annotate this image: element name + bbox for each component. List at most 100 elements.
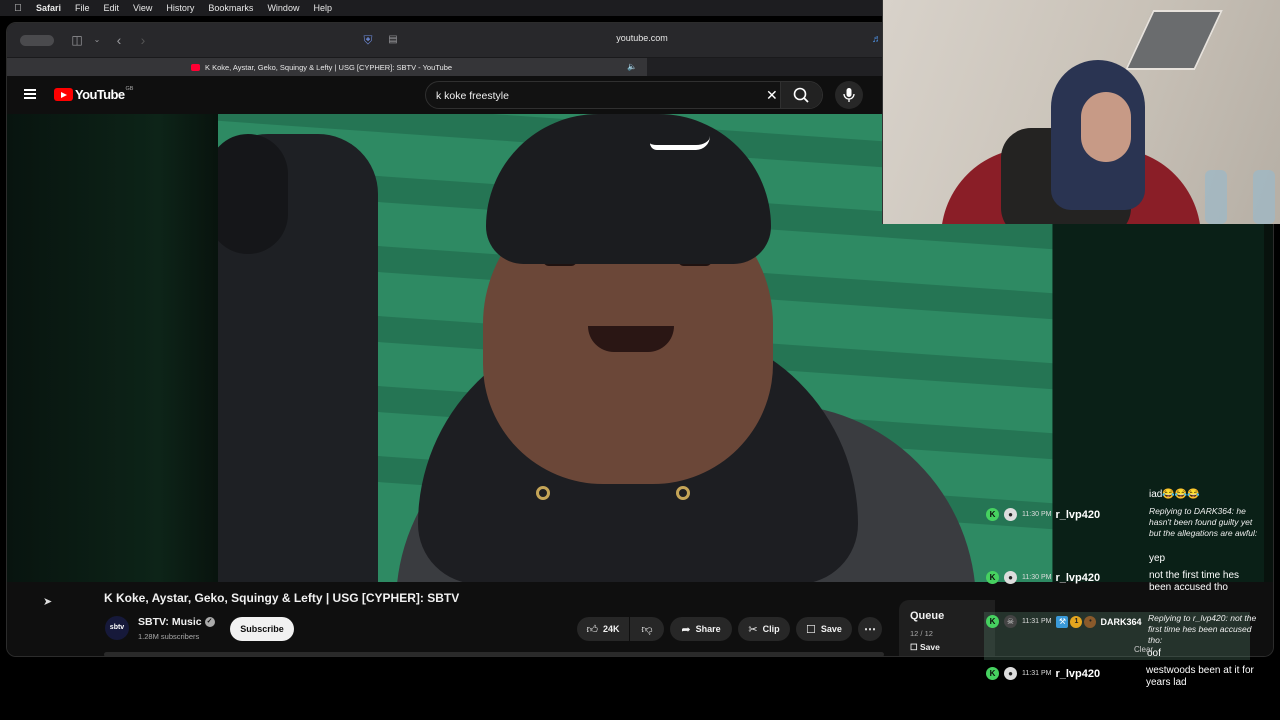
menu-history[interactable]: History [166, 3, 194, 13]
streamer-face [1081, 92, 1131, 162]
chat-username: DARK364 [1100, 616, 1142, 627]
search-icon [793, 87, 809, 103]
subscribe-button[interactable]: Subscribe [230, 617, 294, 641]
dislike-button[interactable]: 👎︎ [630, 617, 664, 641]
menu-safari[interactable]: Safari [36, 3, 61, 13]
share-button[interactable]: ➦ Share [670, 617, 732, 641]
kick-badge-icon: K [986, 571, 999, 584]
youtube-play-icon [54, 88, 73, 101]
like-count: 24K [602, 624, 620, 634]
nike-swoosh-icon [650, 136, 710, 150]
tab-title: K Koke, Aystar, Geko, Squingy & Lefty | … [205, 63, 453, 72]
bookmark-icon: ☐ [910, 642, 918, 652]
chat-line: K ● 11:30 PM r_lvp420 [986, 508, 1100, 521]
youtube-wordmark: YouTube [75, 87, 125, 102]
search-input[interactable]: k koke freestyle [436, 90, 509, 102]
bottle [1205, 170, 1227, 224]
chat-timestamp: 11:31 PM [1022, 670, 1052, 677]
subscriber-count: 1.28M subscribers [138, 632, 200, 641]
queue-panel[interactable]: Queue 12 / 12 ☐ Save [899, 600, 995, 656]
sidebar-toggle-icon[interactable]: ◫ [69, 32, 85, 48]
share-icon: ➦ [681, 623, 691, 636]
scissors-icon: ✂ [748, 623, 758, 636]
menu-file[interactable]: File [75, 3, 90, 13]
webcam-overlay [882, 0, 1280, 224]
description-box[interactable] [104, 652, 884, 656]
screen:  Safari File Edit View History Bookmark… [0, 0, 1280, 720]
privacy-shield-icon[interactable]: ⛨ [360, 32, 376, 48]
menu-help[interactable]: Help [313, 3, 332, 13]
youtube-favicon-icon [191, 64, 200, 71]
chat-username: r_lvp420 [1055, 508, 1101, 521]
like-button[interactable]: 👍︎ 24K [577, 617, 629, 641]
address-bar[interactable]: youtube.com [567, 33, 717, 43]
menu-bookmarks[interactable]: Bookmarks [208, 3, 253, 13]
clear-search-icon[interactable]: ✕ [766, 87, 778, 104]
bottle [1253, 170, 1275, 224]
queue-save-label: Save [920, 642, 940, 652]
sub-badge-icon: 1 [1070, 615, 1083, 628]
voice-search-button[interactable] [835, 81, 863, 109]
channel-name[interactable]: SBTV: Music [138, 616, 202, 628]
save-button[interactable]: ☐ Save [796, 617, 852, 641]
more-actions-button[interactable]: ⋯ [858, 617, 882, 641]
save-label: Save [820, 624, 842, 634]
kick-badge-icon: K [986, 615, 999, 628]
thumbs-down-icon: 👎︎ [641, 623, 653, 636]
chat-message: westwoods been at it for years lad [1146, 665, 1254, 688]
background-person [218, 134, 378, 582]
chat-timestamp: 11:30 PM [1022, 511, 1052, 518]
user-badge-icon: ● [1004, 667, 1017, 680]
chat-reply-context: Replying to DARK364: he hasn't been foun… [1149, 506, 1258, 538]
microphone-icon [843, 88, 855, 102]
hammer-badge-icon: ⚒ [1056, 615, 1069, 628]
region-code: GB [125, 85, 134, 92]
tab-youtube[interactable]: K Koke, Aystar, Geko, Squingy & Lefty | … [7, 58, 647, 77]
queue-title: Queue [910, 610, 945, 622]
chat-message: iad😂😂😂 [1149, 489, 1200, 500]
chat-line: K ☠ 11:31 PM ⚒ 1 • DARK364 [986, 615, 1141, 628]
chat-timestamp: 11:31 PM [1022, 618, 1052, 625]
youtube-logo[interactable]: YouTube GB [54, 85, 134, 102]
page-menu-icon[interactable]: ▤ [385, 32, 401, 48]
window-controls[interactable] [20, 35, 54, 46]
chat-line: K ● 11:30 PM r_lvp420 [986, 571, 1100, 584]
chevron-down-icon[interactable]: ⌄ [89, 32, 105, 48]
user-badge-icon: ● [1004, 571, 1017, 584]
skull-badge-icon: ☠ [1004, 615, 1017, 628]
kick-badge-icon: K [986, 508, 999, 521]
chat-message: yep [1149, 553, 1166, 564]
forward-icon[interactable]: › [135, 32, 151, 48]
search-box[interactable]: k koke freestyle ✕ [425, 81, 823, 109]
kick-badge-icon: K [986, 667, 999, 680]
menu-edit[interactable]: Edit [104, 3, 120, 13]
share-label: Share [695, 624, 721, 634]
clip-label: Clip [762, 624, 780, 634]
channel-avatar[interactable]: sbtv [105, 616, 129, 640]
chat-reply-context: Replying to r_lvp420: not the first time… [1148, 613, 1257, 645]
queue-save-button[interactable]: ☐ Save [910, 642, 940, 653]
channel-name-link[interactable]: SBTV: Music ✓ [138, 616, 215, 628]
apple-menu-icon[interactable]:  [0, 3, 36, 14]
search-button[interactable] [780, 82, 822, 108]
menu-view[interactable]: View [133, 3, 152, 13]
menu-window[interactable]: Window [267, 3, 299, 13]
verified-check-icon: ✓ [204, 617, 215, 628]
chat-username: r_lvp420 [1055, 571, 1101, 584]
queue-count: 12 / 12 [910, 629, 933, 638]
chat-line: K ● 11:31 PM r_lvp420 [986, 667, 1100, 680]
chat-clear-button[interactable]: Clear [1134, 645, 1153, 654]
hamburger-menu-icon[interactable] [24, 89, 36, 99]
chat-timestamp: 11:30 PM [1022, 574, 1052, 581]
chat-username: r_lvp420 [1055, 667, 1101, 680]
user-badge-icon: ● [1004, 508, 1017, 521]
chat-message: not the first time hes been accused tho [1149, 570, 1240, 593]
speaker-icon[interactable]: 🔈 [627, 62, 637, 71]
mouse-cursor-icon: ➤ [43, 596, 53, 608]
gift-badge-icon: • [1084, 615, 1097, 628]
more-icon: ⋯ [864, 622, 876, 636]
thumbs-up-icon: 👍︎ [586, 623, 598, 636]
video-title: K Koke, Aystar, Geko, Squingy & Lefty | … [104, 591, 460, 605]
clip-button[interactable]: ✂ Clip [738, 617, 790, 641]
back-icon[interactable]: ‹ [111, 32, 127, 48]
